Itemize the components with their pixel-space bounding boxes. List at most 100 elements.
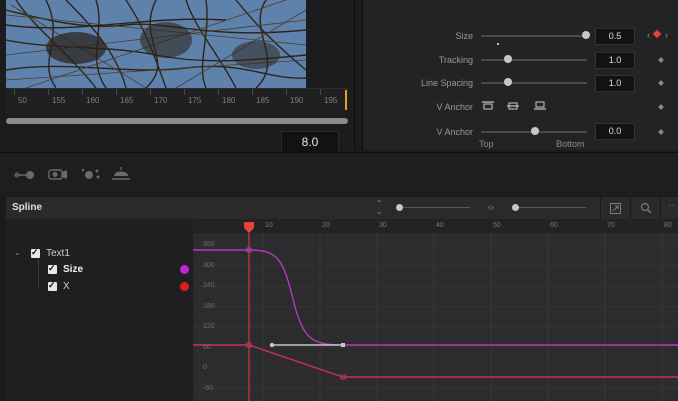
graph-x-tick-label: 20 xyxy=(322,222,330,229)
zoom-x-slider-track[interactable] xyxy=(514,207,586,208)
ruler-tick xyxy=(82,89,83,95)
anchor-top-icon[interactable] xyxy=(481,101,495,111)
line-spacing-keyframe-icon[interactable] xyxy=(658,80,664,86)
tracking-keyframe-icon[interactable] xyxy=(658,57,664,63)
zoom-y-slider-knob[interactable] xyxy=(396,204,403,211)
ruler-tick xyxy=(320,89,321,95)
keyframe-active-icon[interactable] xyxy=(652,29,662,39)
light-icon[interactable] xyxy=(110,165,132,181)
spline-title: Spline xyxy=(12,202,43,213)
ruler-label: 170 xyxy=(154,96,168,105)
graph-x-tick-label: 70 xyxy=(607,222,615,229)
x-color-dot xyxy=(180,282,189,291)
graph-y-tick-label: -60 xyxy=(203,384,214,392)
ruler-tick xyxy=(48,89,49,95)
v-anchor-max-label: Bottom xyxy=(556,139,585,149)
prev-keyframe-icon[interactable]: ‹ xyxy=(647,30,650,40)
expand-chevron-icon[interactable]: ⌄ xyxy=(14,248,21,257)
text1-checkbox[interactable] xyxy=(31,247,40,258)
v-anchor-slider-keyframe-icon[interactable] xyxy=(658,129,664,135)
ruler-label: 190 xyxy=(290,96,304,105)
tree-item-x[interactable]: X xyxy=(63,281,70,292)
bezier-handle-point[interactable] xyxy=(269,342,275,348)
v-anchor-label: V Anchor xyxy=(436,102,473,112)
ruler-label: 165 xyxy=(120,96,134,105)
line-spacing-value-field[interactable]: 1.0 xyxy=(595,75,635,92)
particles-icon[interactable] xyxy=(80,167,102,181)
spline-tree-panel: ⌄ Text1 Size X xyxy=(6,219,193,401)
ruler-label: 155 xyxy=(52,96,66,105)
ruler-label: 180 xyxy=(222,96,236,105)
zoom-y-slider-track[interactable] xyxy=(398,207,470,208)
size-slider-track[interactable] xyxy=(481,35,587,37)
size-slider-default-mark xyxy=(497,43,499,45)
size-checkbox[interactable] xyxy=(48,263,57,274)
graph-y-tick-label: 120 xyxy=(203,323,215,330)
ruler-label: 50 xyxy=(18,96,27,105)
timeline-ruler[interactable]: 50 155 160 165 170 175 180 185 190 195 xyxy=(6,88,348,113)
zoom-to-fit-icon[interactable] xyxy=(610,203,621,214)
camera-icon[interactable] xyxy=(46,167,68,181)
tool-toolbar xyxy=(0,152,678,195)
ruler-tick xyxy=(150,89,151,95)
v-anchor-value-field[interactable]: 0.0 xyxy=(595,123,635,140)
playhead-marker[interactable] xyxy=(345,90,347,110)
link-keyframes-icon[interactable] xyxy=(14,169,36,181)
line-spacing-label: Line Spacing xyxy=(420,78,473,88)
zoom-magnifier-icon[interactable] xyxy=(640,202,652,214)
tracking-slider-track[interactable] xyxy=(481,59,587,61)
line-spacing-slider-knob[interactable] xyxy=(504,78,512,86)
scrub-bar[interactable] xyxy=(6,118,348,124)
size-value-field[interactable]: 0.5 xyxy=(595,28,635,45)
tracking-value-field[interactable]: 1.0 xyxy=(595,52,635,69)
graph-y-tick-label: 180 xyxy=(203,302,215,310)
sort-updown-icon[interactable]: ⌃ ⌄ xyxy=(376,200,383,216)
graph-y-tick-label: 300 xyxy=(203,261,215,269)
ruler-label: 195 xyxy=(324,96,338,105)
tree-item-text1[interactable]: Text1 xyxy=(46,248,70,259)
current-time-field[interactable]: 8.0 xyxy=(281,131,339,153)
anchor-bottom-icon[interactable] xyxy=(533,101,547,111)
spline-header: Spline ⌃ ⌄ ‹› ·· xyxy=(6,197,678,219)
graph-x-tick-label: 10 xyxy=(265,222,273,229)
tracking-label: Tracking xyxy=(438,55,473,65)
graph-y-tick-label: 60 xyxy=(203,343,211,351)
ruler-tick xyxy=(116,89,117,95)
x-checkbox[interactable] xyxy=(48,280,57,291)
v-anchor-min-label: Top xyxy=(479,139,494,149)
spline-graph[interactable]: 10 20 30 40 50 60 70 80 360 300 240 180 120 60 0 -60 xyxy=(193,219,678,401)
ruler-tick xyxy=(252,89,253,95)
graph-y-tick-label: 360 xyxy=(203,241,215,248)
v-anchor-slider-label: V Anchor xyxy=(436,127,473,137)
anchor-middle-icon[interactable] xyxy=(506,101,520,111)
graph-x-tick-label: 40 xyxy=(436,222,444,229)
tree-guide-line xyxy=(38,259,39,289)
graph-playhead-handle[interactable] xyxy=(244,222,254,233)
tracking-slider-knob[interactable] xyxy=(504,55,512,63)
video-preview xyxy=(6,0,306,88)
fit-width-icon[interactable]: ‹› xyxy=(488,202,494,212)
header-divider-2 xyxy=(630,197,631,219)
v-anchor-keyframe-icon[interactable] xyxy=(658,104,664,110)
ruler-label: 175 xyxy=(188,96,202,105)
graph-x-tick-label: 50 xyxy=(493,222,501,229)
graph-x-tick-label: 60 xyxy=(550,222,558,229)
spline-curves[interactable] xyxy=(193,219,678,401)
size-slider-knob[interactable] xyxy=(582,31,590,39)
tree-item-size[interactable]: Size xyxy=(63,264,83,275)
zoom-x-slider-knob[interactable] xyxy=(512,204,519,211)
v-anchor-slider-knob[interactable] xyxy=(531,127,539,135)
size-keyframe-2[interactable] xyxy=(341,343,345,347)
ruler-label: 185 xyxy=(256,96,270,105)
header-divider-3 xyxy=(660,197,661,219)
header-divider xyxy=(600,197,601,219)
size-label: Size xyxy=(455,31,473,41)
more-options-icon[interactable]: ·· xyxy=(668,200,675,211)
ruler-tick xyxy=(184,89,185,95)
size-color-dot xyxy=(180,265,189,274)
graph-y-tick-label: 240 xyxy=(203,282,215,289)
next-keyframe-icon[interactable]: › xyxy=(665,30,668,40)
inspector-panel: Size 0.5 ‹ › Tracking 1.0 Line Spacing 1… xyxy=(362,0,678,150)
line-spacing-slider-track[interactable] xyxy=(481,82,587,84)
graph-x-tick-label: 80 xyxy=(664,222,672,229)
